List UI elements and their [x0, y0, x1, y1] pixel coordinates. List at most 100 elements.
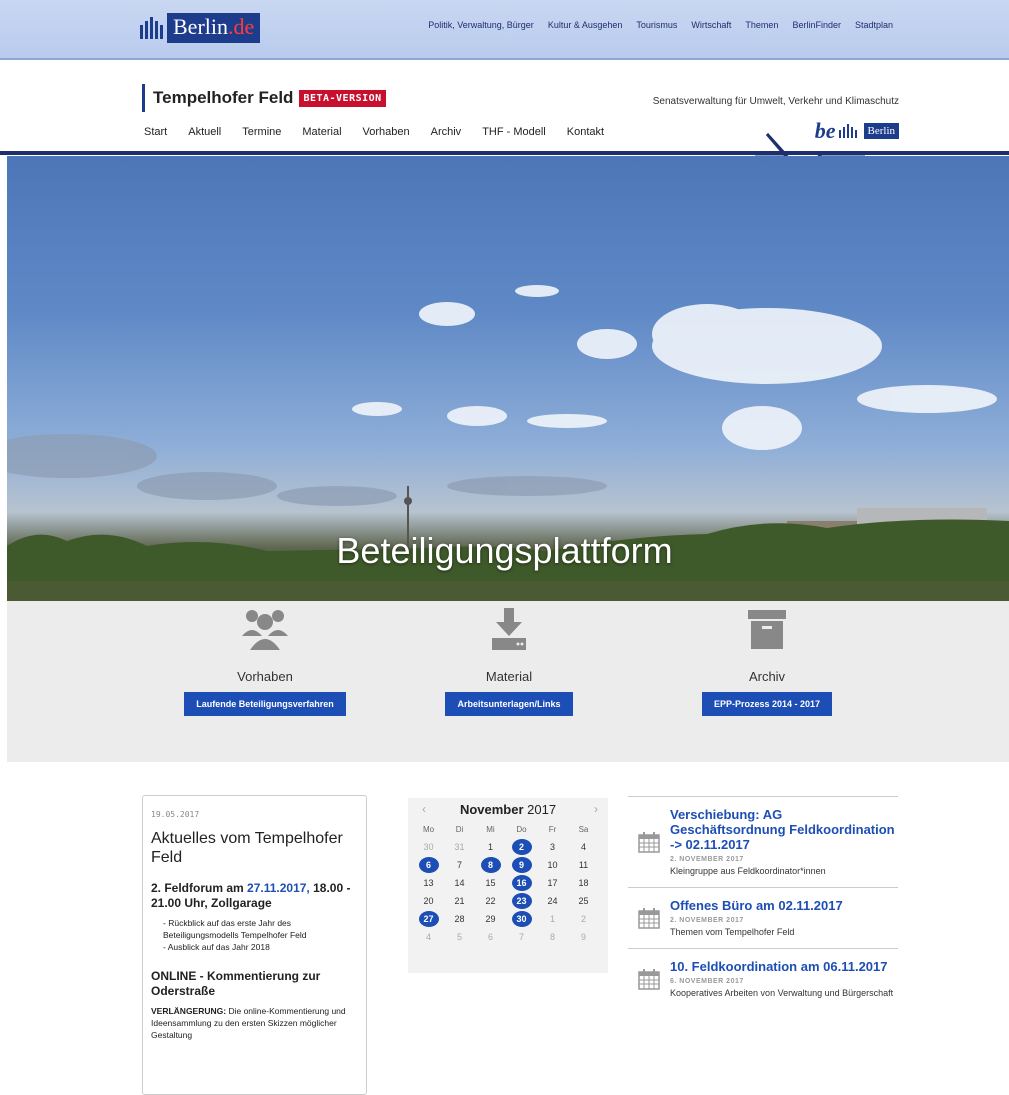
calendar-day[interactable]: 1: [537, 910, 568, 928]
calendar-day[interactable]: 7: [506, 928, 537, 946]
calendar-day[interactable]: 17: [537, 874, 568, 892]
calendar-day[interactable]: 4: [413, 928, 444, 946]
calendar-month-title: November 2017: [459, 802, 557, 817]
feature-label: Archiv: [748, 669, 786, 684]
list-item: Rückblick auf das erste Jahr des Beteili…: [163, 917, 358, 941]
arbeitsunterlagen-links-button[interactable]: Arbeitsunterlagen/Links: [445, 692, 573, 716]
calendar-day[interactable]: 29: [475, 910, 506, 928]
calendar-next-button[interactable]: ›: [594, 802, 598, 816]
main-nav: Start Aktuell Termine Material Vorhaben …: [144, 126, 604, 138]
list-item: Ausblick auf das Jahr 2018: [163, 941, 358, 953]
calendar-day[interactable]: 8: [475, 856, 506, 874]
calendar-day[interactable]: 9: [568, 928, 599, 946]
nav-material[interactable]: Material: [302, 126, 341, 138]
calendar-day[interactable]: 9: [506, 856, 537, 874]
calendar-day[interactable]: 2: [506, 838, 537, 856]
feldforum-date-link[interactable]: 27.11.2017,: [247, 881, 310, 895]
feature-label: Material: [485, 669, 533, 684]
calendar-day[interactable]: 2: [568, 910, 599, 928]
event-item[interactable]: 10. Feldkoordination am 06.11.2017 6. NO…: [628, 948, 898, 1009]
event-item[interactable]: Offenes Büro am 02.11.2017 2. NOVEMBER 2…: [628, 887, 898, 948]
portal-nav-berlinfinder[interactable]: BerlinFinder: [792, 20, 841, 30]
calendar-day[interactable]: 7: [444, 856, 475, 874]
news-item-title: 2. Feldforum am 27.11.2017, 18.00 - 21.0…: [151, 881, 351, 910]
news-item-text: VERLÄNGERUNG: Die online-Kommentierung u…: [151, 1006, 346, 1040]
calendar-day[interactable]: 22: [475, 892, 506, 910]
calendar-day[interactable]: 14: [444, 874, 475, 892]
beta-badge: BETA-VERSION: [299, 89, 386, 107]
calendar-day[interactable]: 13: [413, 874, 444, 892]
calendar-icon: [638, 908, 660, 929]
brandenburg-gate-icon: [140, 17, 163, 39]
nav-start[interactable]: Start: [144, 126, 167, 138]
calendar-weekday: Mo: [422, 824, 435, 834]
calendar-day[interactable]: 24: [537, 892, 568, 910]
calendar-day[interactable]: 16: [506, 874, 537, 892]
nav-termine[interactable]: Termine: [242, 126, 281, 138]
site-title[interactable]: Tempelhofer Feld BETA-VERSION: [142, 84, 386, 112]
portal-nav-stadtplan[interactable]: Stadtplan: [855, 20, 893, 30]
calendar-day[interactable]: 31: [444, 838, 475, 856]
nav-kontakt[interactable]: Kontakt: [567, 126, 604, 138]
feature-vorhaben: Vorhaben Laufende Beteiligungsverfahren: [165, 606, 365, 716]
event-description: Kooperatives Arbeiten von Verwaltung und…: [670, 988, 894, 998]
archive-box-icon: [748, 610, 786, 649]
portal-nav: Politik, Verwaltung, Bürger Kultur & Aus…: [428, 20, 893, 30]
calendar-weekday: Sa: [578, 824, 589, 834]
news-card: 19.05.2017 Aktuelles vom Tempelhofer Fel…: [142, 795, 367, 1095]
nav-aktuell[interactable]: Aktuell: [188, 126, 221, 138]
laufende-beteiligungsverfahren-button[interactable]: Laufende Beteiligungsverfahren: [184, 692, 346, 716]
calendar-day[interactable]: 18: [568, 874, 599, 892]
site-title-text: Tempelhofer Feld: [153, 88, 294, 107]
event-title[interactable]: Offenes Büro am 02.11.2017: [670, 898, 898, 913]
event-title[interactable]: Verschiebung: AG Geschäftsordnung Feldko…: [670, 807, 898, 852]
calendar-grid: Mo Di Mi Do Fr Sa 30 31 1 2 3 4 6 7 8 9 10 11 13 14 15 16 17 18…: [413, 820, 599, 946]
news-item-title: ONLINE - Kommentierung zur Oderstraße: [151, 969, 321, 998]
calendar-day[interactable]: 6: [475, 928, 506, 946]
logo-text: Berlin: [173, 14, 228, 39]
nav-archiv[interactable]: Archiv: [431, 126, 462, 138]
event-item[interactable]: Verschiebung: AG Geschäftsordnung Feldko…: [628, 796, 898, 887]
nav-thf-modell[interactable]: THF - Modell: [482, 126, 546, 138]
calendar-day[interactable]: 23: [506, 892, 537, 910]
calendar-header: ‹ November 2017 ›: [408, 800, 608, 818]
news-title: Aktuelles vom Tempelhofer Feld: [151, 830, 343, 866]
calendar-weekday: Mi: [486, 824, 495, 834]
calendar-day[interactable]: 28: [444, 910, 475, 928]
portal-nav-politik[interactable]: Politik, Verwaltung, Bürger: [428, 20, 534, 30]
calendar-day[interactable]: 15: [475, 874, 506, 892]
calendar-icon: [638, 969, 660, 990]
calendar-day[interactable]: 3: [537, 838, 568, 856]
calendar-day[interactable]: 1: [475, 838, 506, 856]
news-item-points: Rückblick auf das erste Jahr des Beteili…: [151, 917, 358, 953]
users-icon: [242, 610, 288, 650]
portal-nav-kultur[interactable]: Kultur & Ausgehen: [548, 20, 623, 30]
calendar-day[interactable]: 10: [537, 856, 568, 874]
calendar-day[interactable]: 27: [413, 910, 444, 928]
calendar-day[interactable]: 5: [444, 928, 475, 946]
logo-tld: .de: [228, 14, 255, 39]
calendar-day[interactable]: 8: [537, 928, 568, 946]
calendar-day[interactable]: 21: [444, 892, 475, 910]
calendar-day[interactable]: 30: [506, 910, 537, 928]
department-name[interactable]: Senatsverwaltung für Umwelt, Verkehr und…: [653, 96, 899, 107]
calendar-icon: [638, 832, 660, 853]
calendar-weekday: Fr: [548, 824, 557, 834]
event-date: 2. NOVEMBER 2017: [670, 856, 744, 863]
calendar-day[interactable]: 20: [413, 892, 444, 910]
nav-vorhaben[interactable]: Vorhaben: [363, 126, 410, 138]
calendar-day[interactable]: 6: [413, 856, 444, 874]
portal-nav-tourismus[interactable]: Tourismus: [636, 20, 677, 30]
portal-nav-themen[interactable]: Themen: [745, 20, 778, 30]
calendar-day[interactable]: 25: [568, 892, 599, 910]
berlin-de-logo[interactable]: Berlin.de: [140, 10, 261, 46]
portal-nav-wirtschaft[interactable]: Wirtschaft: [691, 20, 731, 30]
calendar-day[interactable]: 30: [413, 838, 444, 856]
calendar-day[interactable]: 11: [568, 856, 599, 874]
feature-archiv: Archiv EPP-Prozess 2014 - 2017: [667, 606, 867, 716]
calendar-widget: ‹ November 2017 › Mo Di Mi Do Fr Sa 30 31 1 2 3 4 6 7…: [408, 798, 608, 973]
event-title[interactable]: 10. Feldkoordination am 06.11.2017: [670, 959, 898, 974]
calendar-day[interactable]: 4: [568, 838, 599, 856]
epp-prozess-button[interactable]: EPP-Prozess 2014 - 2017: [701, 692, 833, 716]
feature-label: Vorhaben: [237, 669, 293, 684]
